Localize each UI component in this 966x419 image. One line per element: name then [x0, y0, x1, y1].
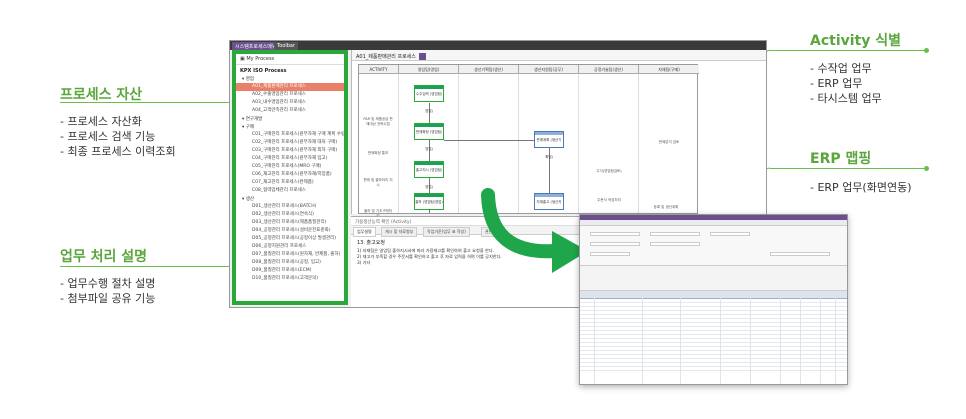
erp-data-grid[interactable] — [580, 291, 847, 384]
process-asset-list: - 프로세스 자산화 - 프로세스 검색 기능 - 최종 프로세스 이력조회 — [60, 114, 176, 159]
erp-grid-col — [594, 291, 595, 384]
erp-mapping-dot — [924, 166, 929, 171]
process-asset-title: 프로세스 자산 — [60, 87, 143, 103]
erp-grid-col — [720, 291, 721, 384]
activity-item: - 수작업 업무 — [810, 62, 872, 75]
tree-item[interactable]: A03_내수영업관리 프로세스 — [236, 99, 344, 107]
window-titlebar: 시스템프로세스매뉴얼 Toolbar — [230, 41, 766, 50]
activity-row-label: 판매확정 통보 — [367, 151, 389, 155]
activity-box[interactable]: 판매확정 (영업팀/영업) — [414, 123, 444, 151]
tree-item[interactable]: A02_수출영업관리 프로세스 — [236, 91, 344, 99]
diagram-title: A01_제품판매관리 프로세스 — [356, 54, 416, 60]
erp-grid-col — [800, 291, 801, 384]
erp-mapping-list: - ERP 업무(화면연동) — [810, 180, 912, 195]
tab-criteria[interactable]: 작업기준(업무 표 작성) — [423, 227, 470, 237]
activity-box-selected[interactable]: 판매계획 (생산기획팀) — [534, 131, 564, 159]
task-desc-item: - 업무수행 절차 설명 — [60, 277, 156, 290]
erp-grid-col — [820, 291, 821, 384]
process-tree-panel: ▣ My Process KPX ISO Process ▾ 영업 A01_제품… — [232, 50, 348, 305]
lane-note: 등록 및 생산계획 — [653, 205, 679, 209]
lane-header: 생산지원팀(공무) — [519, 65, 579, 74]
activity-row-label: 판매 및 출하처리 지시 — [363, 178, 393, 187]
task-desc-title: 업무 처리 설명 — [60, 249, 148, 265]
tree-item[interactable]: D04_공정관리 프로세스(설비운전표준화) — [236, 227, 344, 235]
erp-grid-col — [750, 291, 751, 384]
activity-item: - ERP 업무 — [810, 77, 863, 90]
process-asset-item: - 프로세스 검색 기능 — [60, 130, 156, 143]
erp-screen-window — [579, 214, 848, 385]
tree-item[interactable]: D09_품질관리 프로세스(ECM) — [236, 267, 344, 275]
tab-attachments[interactable]: 게시 및 자료첨부 — [381, 227, 418, 237]
lane-header: ACTIVITY — [359, 65, 399, 74]
lane-note: 주식(영업팀검토) — [596, 169, 622, 173]
erp-field[interactable] — [590, 232, 640, 236]
erp-filter-bar — [580, 266, 847, 291]
lane-header: 생산기획팀(생산) — [459, 65, 519, 74]
activity-line — [770, 50, 926, 51]
tree-item[interactable]: D03_생산관리 프로세스(제품품질관리) — [236, 219, 344, 227]
tree-group-production[interactable]: ▾ 생산 — [236, 195, 344, 203]
activity-row-label: PAR 및 제품공급 판매대상 전략수립 — [363, 117, 393, 126]
tree-item[interactable]: D02_생산관리 프로세스(연속식) — [236, 211, 344, 219]
erp-mapping-title: ERP 맵핑 — [810, 151, 872, 167]
activity-list: - 수작업 업무 - ERP 업무 - 타시스템 업무 — [810, 61, 882, 106]
tree-item[interactable]: C04_구매관리 프로세스(원부자재 입고) — [236, 155, 344, 163]
task-desc-list: - 업무수행 절차 설명 - 첨부파일 공유 기능 — [60, 276, 155, 306]
tree-group-rnd[interactable]: ▾ 연구개발 — [236, 115, 344, 123]
lane-header: 공정기술팀(생산) — [579, 65, 639, 74]
erp-grid-header — [580, 291, 847, 299]
activity-title: Activity 식별 — [810, 33, 902, 49]
erp-grid-col — [680, 291, 681, 384]
activity-item: - 타시스템 업무 — [810, 92, 882, 105]
tree-item[interactable]: A01_제품판매관리 프로세스 — [236, 83, 344, 91]
erp-field[interactable] — [710, 232, 750, 236]
lane-divider — [359, 74, 399, 213]
erp-grid-col — [780, 291, 781, 384]
tree-item[interactable]: C07_재고관리 프로세스(완제품) — [236, 179, 344, 187]
erp-grid-row[interactable] — [580, 367, 847, 371]
erp-mapping-item: - ERP 업무(화면연동) — [810, 181, 912, 194]
erp-field[interactable] — [590, 242, 640, 246]
tree-item[interactable]: C02_구매관리 프로세스(원부자재 대처 구매) — [236, 139, 344, 147]
tree-item[interactable]: D06_공정지원관리 프로세스 — [236, 243, 344, 251]
lane-header: 자재팀(구매) — [639, 65, 699, 74]
erp-grid-col — [835, 291, 836, 384]
tree-item[interactable]: C06_재고관리 프로세스(원부자재/저장품) — [236, 171, 344, 179]
tab-toolbar[interactable]: Toolbar — [274, 42, 299, 50]
tree-header[interactable]: ▣ My Process — [236, 54, 344, 65]
tree-item[interactable]: D07_품질관리 프로세스(원자재, 반제품, 출하) — [236, 251, 344, 259]
erp-search-form — [580, 226, 847, 266]
tree-item[interactable]: C08_협력업체관리 프로세스 — [236, 187, 344, 195]
activity-box[interactable]: 출고지시 (영업팀/영업) — [414, 161, 444, 189]
tree-group-sales[interactable]: ▾ 영업 — [236, 75, 344, 83]
tree-item[interactable]: D05_공정관리 프로세스(공정이상 발생관리) — [236, 235, 344, 243]
diagram-title-bar: A01_제품판매관리 프로세스 — [352, 50, 766, 61]
erp-field[interactable] — [650, 232, 700, 236]
activity-box[interactable]: 출하 (영업팀/영업) — [414, 193, 444, 210]
erp-field[interactable] — [650, 242, 700, 246]
process-asset-item: - 프로세스 자산화 — [60, 115, 142, 128]
process-asset-item: - 최종 프로세스 이력조회 — [60, 145, 176, 158]
tree-item[interactable]: C03_구매관리 프로세스(원부자재 외자 구매) — [236, 147, 344, 155]
activity-box[interactable]: 수주입력 (영업팀/영업) — [414, 85, 444, 113]
lane-note: 판매분석 검토 — [658, 140, 680, 144]
task-desc-item: - 첨부파일 공유 기능 — [60, 292, 156, 305]
tree-item[interactable]: C05_구매관리 프로세스(MRO 구매) — [236, 163, 344, 171]
erp-grid-col — [642, 291, 643, 384]
tree-item[interactable]: A04_고객만족관리 프로세스 — [236, 107, 344, 115]
erp-mapping-line — [770, 168, 926, 169]
lane-header: 영업팀(영업) — [399, 65, 459, 74]
tree-item[interactable]: D10_품질관리 프로세스(고객문의) — [236, 275, 344, 283]
activity-dot — [924, 48, 929, 53]
erp-field[interactable] — [590, 252, 630, 256]
tab-description[interactable]: 업무설명 — [353, 227, 376, 237]
tree-item[interactable]: D01_생산관리 프로세스(BATCH) — [236, 203, 344, 211]
tree-root[interactable]: KPX ISO Process — [236, 65, 344, 75]
tree-group-purchase[interactable]: ▾ 구매 — [236, 123, 344, 131]
erp-field[interactable] — [770, 252, 830, 256]
tree-item[interactable]: D08_품질관리 프로세스(공정, 입고) — [236, 259, 344, 267]
tree-item[interactable]: C01_구매관리 프로세스(원부자재 구매 계획 수립) — [236, 131, 344, 139]
diagram-menu-button[interactable] — [419, 53, 427, 60]
